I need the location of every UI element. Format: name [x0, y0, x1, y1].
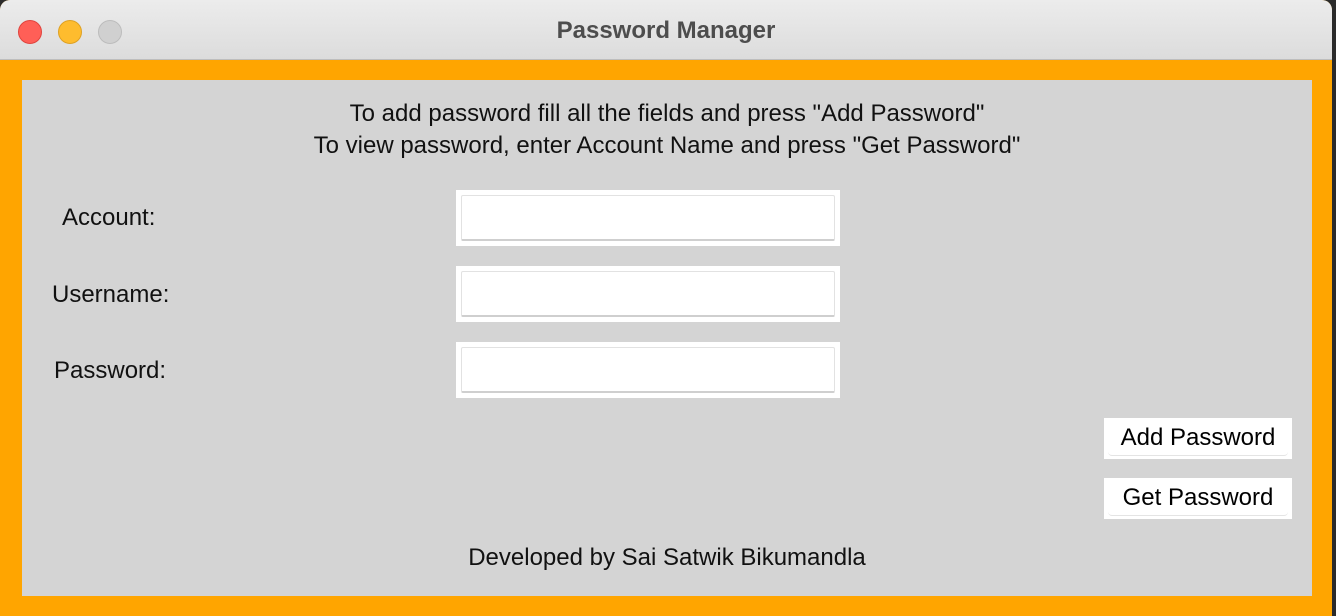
- add-password-button-frame: Add Password: [1104, 418, 1292, 459]
- username-input[interactable]: [461, 271, 835, 317]
- password-input[interactable]: [461, 347, 835, 393]
- get-password-button[interactable]: Get Password: [1108, 481, 1288, 516]
- developer-credit: Developed by Sai Satwik Bikumandla: [468, 544, 866, 571]
- app-window: Password Manager To add password fill al…: [0, 0, 1332, 616]
- account-label: Account:: [62, 204, 156, 231]
- account-field-frame: [456, 190, 840, 246]
- add-password-button[interactable]: Add Password: [1108, 421, 1288, 456]
- instructions: To add password fill all the fields and …: [22, 98, 1312, 162]
- main-panel: To add password fill all the fields and …: [22, 80, 1312, 596]
- instructions-line-add: To add password fill all the fields and …: [349, 100, 985, 127]
- window-title: Password Manager: [556, 17, 776, 44]
- title-bar[interactable]: Password Manager: [0, 0, 1332, 60]
- password-field-frame: [456, 342, 840, 398]
- username-label: Username:: [52, 281, 170, 308]
- password-label: Password:: [54, 357, 167, 384]
- get-password-button-frame: Get Password: [1104, 478, 1292, 519]
- instructions-line-view: To view password, enter Account Name and…: [313, 132, 1021, 159]
- account-input[interactable]: [461, 195, 835, 241]
- username-field-frame: [456, 266, 840, 322]
